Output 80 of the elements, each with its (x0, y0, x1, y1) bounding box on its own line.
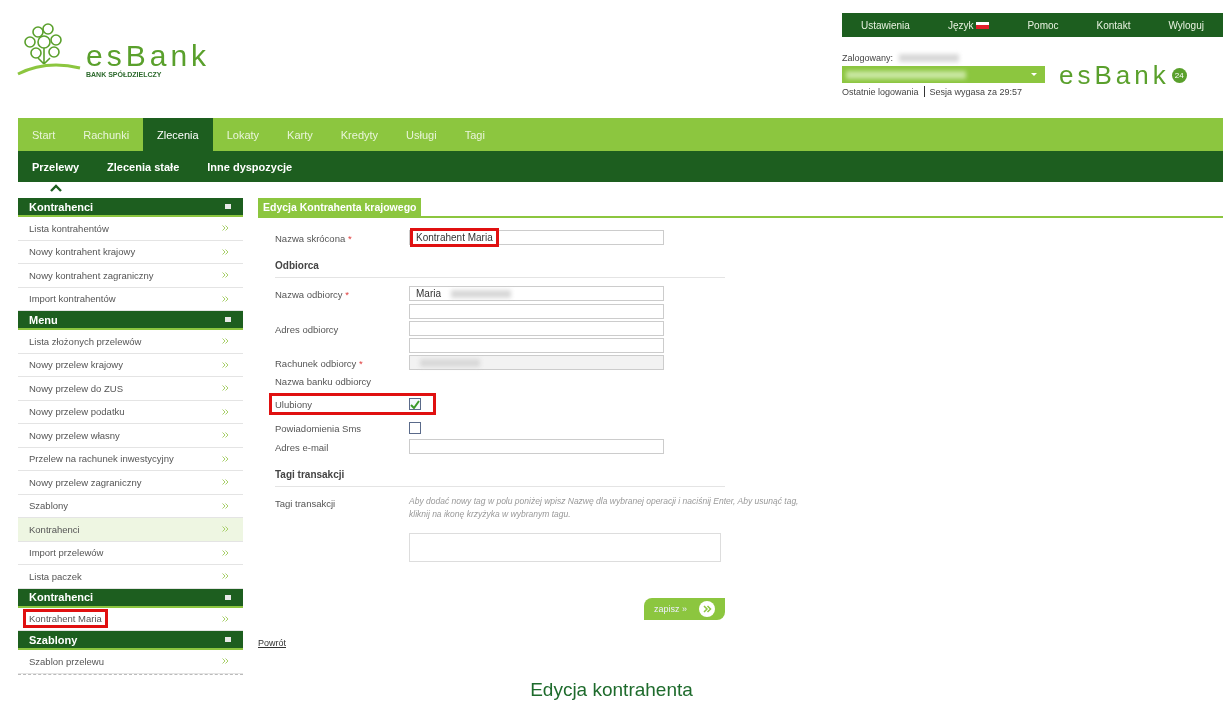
input-field[interactable]: Maria (409, 286, 664, 301)
top-link[interactable]: Ustawienia (861, 19, 910, 31)
arrow-circle-icon (699, 601, 715, 617)
double-chevron-icon (222, 549, 229, 556)
section-heading: Odbiorca (275, 248, 725, 278)
blurred-user-name (899, 54, 960, 62)
logged-in-label: Zalogowany: (842, 53, 894, 63)
section-heading: Tagi transakcji (275, 457, 725, 487)
field-label: Adres e-mail (275, 441, 330, 453)
sidebar-item[interactable]: Szablon przelewu (18, 650, 243, 674)
input-field[interactable] (409, 304, 664, 319)
double-chevron-icon (222, 361, 229, 368)
top-link[interactable]: Kontakt (1096, 19, 1131, 31)
sidebar-item[interactable]: Lista paczek (18, 565, 243, 589)
sidebar-item[interactable]: Przelew na rachunek inwestycyjny (18, 447, 243, 471)
double-chevron-icon (222, 385, 229, 392)
double-chevron-icon (222, 502, 229, 509)
flag-icon (976, 21, 990, 29)
caret-up-icon (49, 184, 62, 192)
field-label: Nazwa odbiorcy * (275, 288, 350, 300)
sidebar-item[interactable]: Lista złożonych przelewów (18, 330, 243, 354)
double-chevron-icon (222, 615, 229, 622)
double-chevron-icon (222, 338, 229, 345)
brand-badge: 24 (1171, 67, 1187, 83)
field-label: Nazwa banku odbiorcy (275, 375, 373, 387)
field-label: Powiadomienia Sms (275, 422, 363, 434)
sidebar-item[interactable]: Nowy przelew krajowy (18, 353, 243, 377)
field-label: Rachunek odbiorcy * (275, 357, 364, 369)
bank-logo-text: esBank (86, 41, 211, 71)
tag-input-field[interactable] (409, 533, 721, 562)
input-field[interactable]: Kontrahent Maria (409, 230, 664, 245)
input-field[interactable] (409, 338, 664, 353)
field-label: Adres odbiorcy (275, 323, 340, 335)
double-chevron-icon (222, 526, 229, 533)
sidebar-item[interactable]: Lista kontrahentów (18, 217, 243, 241)
top-link[interactable]: Język (947, 19, 990, 31)
session-timer: Sesja wygasa za 29:57 (929, 86, 1023, 97)
double-chevron-icon (222, 248, 229, 255)
field-label: Nazwa skrócona * (275, 232, 353, 244)
hint-text: Aby dodać nowy tag w polu poniżej wpisz Nazwę dla wybranej operacji i naciśnij Enter, Aby usunąć tag, kliknij na ikonę krzyżyka w wybranym tagu. (409, 495, 800, 521)
double-chevron-icon (222, 432, 229, 439)
top-link[interactable]: Pomoc (1027, 19, 1059, 31)
double-chevron-icon (222, 573, 229, 580)
sub-nav-tab[interactable]: Inne dyspozycje (193, 151, 307, 193)
account-dropdown[interactable] (842, 66, 1045, 83)
sidebar-section-header[interactable]: Szablony (18, 631, 243, 650)
sidebar-item[interactable]: Nowy przelew zagraniczny (18, 471, 243, 495)
blurred-value (451, 289, 511, 298)
sidebar-section-header[interactable]: Kontrahenci (18, 198, 243, 217)
double-chevron-icon (222, 658, 229, 665)
field-label: Tagi transakcji (275, 497, 337, 509)
sidebar-item[interactable]: Nowy kontrahent krajowy (18, 240, 243, 264)
double-chevron-icon (222, 479, 229, 486)
sidebar-section-header[interactable]: Menu (18, 311, 243, 330)
top-link[interactable]: Wyloguj (1168, 19, 1204, 31)
double-chevron-icon (222, 295, 229, 302)
double-chevron-icon (222, 272, 229, 279)
sidebar-item[interactable]: Nowy przelew podatku (18, 400, 243, 424)
tree-logo-icon (16, 22, 82, 78)
double-chevron-icon (222, 225, 229, 232)
caret-icon (1031, 73, 1037, 76)
field-label: Ulubiony (275, 398, 313, 410)
sidebar-item[interactable]: Kontrahenci (18, 518, 243, 542)
sidebar-item[interactable]: Import przelewów (18, 541, 243, 565)
checkbox[interactable] (409, 398, 421, 410)
sub-nav-tab[interactable]: Przelewy (18, 151, 94, 193)
caption: Edycja kontrahenta (529, 678, 694, 701)
checkbox[interactable] (409, 422, 421, 434)
nav-tab[interactable]: Zlecenia (143, 118, 213, 151)
last-logins-link[interactable]: Ostatnie logowania (842, 86, 919, 97)
back-link[interactable]: Powrót (258, 638, 1223, 648)
input-field[interactable] (409, 321, 664, 336)
double-chevron-icon (222, 455, 229, 462)
sub-nav-tab[interactable]: Zlecenia stałe (93, 151, 194, 193)
sidebar-item[interactable]: Nowy przelew własny (18, 424, 243, 448)
brand-logo-text: esBank (1059, 59, 1170, 91)
double-chevron-icon (222, 408, 229, 415)
sidebar-item[interactable]: Nowy przelew do ZUS (18, 377, 243, 401)
sidebar-item[interactable]: Nowy kontrahent zagraniczny (18, 264, 243, 288)
input-field[interactable] (409, 439, 664, 454)
